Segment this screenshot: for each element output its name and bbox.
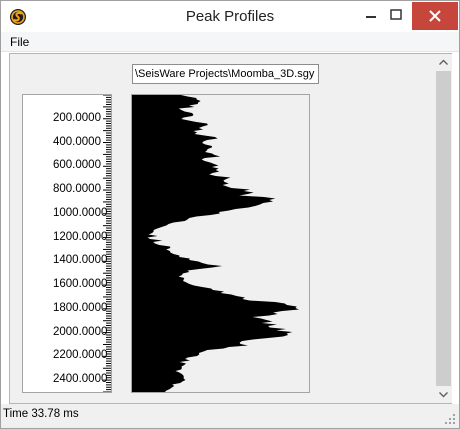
title-bar[interactable]: Peak Profiles [1,1,459,32]
resize-grip-icon[interactable] [445,414,455,424]
scroll-down-button[interactable] [435,386,452,403]
close-icon [429,10,441,22]
menu-bar: File [1,32,459,52]
axis-tick-label: 400.0000 [53,135,101,148]
time-axis-panel: 200.0000 400.0000 600.0000 800.0000 1000.000… [22,94,112,393]
axis-tick-label: 2400.0000 [53,373,108,386]
axis-tick-label: 1000.0000 [53,206,108,219]
peak-profile-plot[interactable] [131,94,310,393]
axis-tick-label: 200.0000 [53,111,101,124]
profile-chart [132,95,299,392]
chevron-down-icon [439,392,448,398]
axis-tick-label: 1800.0000 [53,301,108,314]
scrollbar-thumb[interactable] [436,71,451,386]
menu-file[interactable]: File [10,35,29,49]
axis-tick-label: 2200.0000 [53,349,108,362]
vertical-scrollbar[interactable] [435,54,452,403]
close-button[interactable] [412,2,458,30]
axis-tick-label: 1200.0000 [53,230,108,243]
maximize-icon [390,9,402,20]
axis-tick-label: 600.0000 [53,159,101,172]
status-time: Time 33.78 ms [3,408,79,420]
axis-tick-label: 2000.0000 [53,325,108,338]
axis-tick-label: 1600.0000 [53,278,108,291]
scroll-up-button[interactable] [435,54,452,71]
client-area: \SeisWare Projects\Moomba_3D.sgy 200.000… [9,53,452,404]
peak-profile-area [132,95,299,392]
peak-profiles-window: Peak Profiles File \SeisWare Projects\Mo… [0,0,460,429]
axis-tick-label: 800.0000 [53,183,101,196]
file-path-field[interactable]: \SeisWare Projects\Moomba_3D.sgy [132,64,319,84]
status-bar: Time 33.78 ms [1,404,459,428]
axis-tick-label: 1400.0000 [53,254,108,267]
chevron-up-icon [439,59,448,65]
